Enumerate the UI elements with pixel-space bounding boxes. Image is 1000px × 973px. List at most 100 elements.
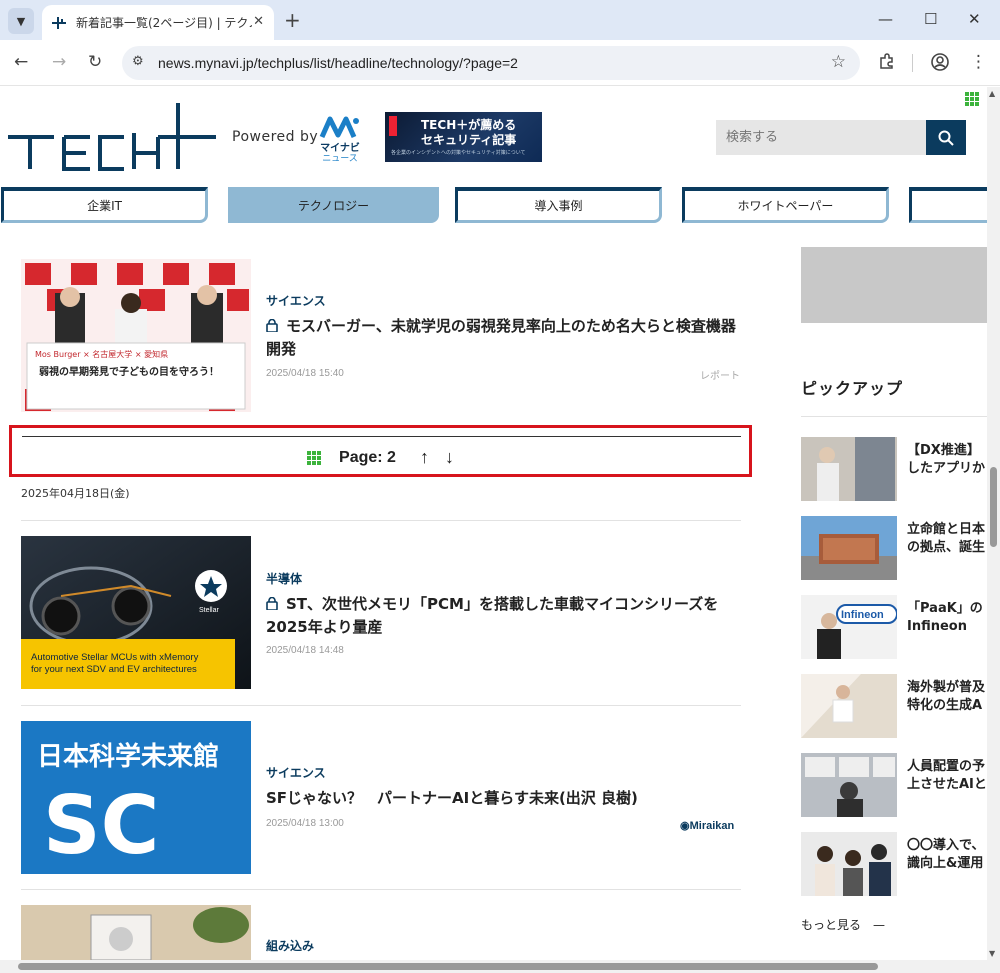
pickup-thumbnail[interactable]: [801, 753, 897, 817]
globe-icon: ◉: [680, 820, 690, 832]
pickup-thumbnail[interactable]: [801, 832, 897, 896]
window-close-icon[interactable]: ✕: [968, 10, 981, 28]
article-category[interactable]: サイエンス: [266, 764, 326, 781]
pickup-line1: 立命館と日本: [907, 522, 986, 537]
pickup-thumbnail[interactable]: [801, 437, 897, 501]
nav-item-technology[interactable]: テクノロジー: [228, 187, 439, 223]
browser-tabbar: ▼ 新着記事一覧(2ページ目) | テクノロ ✕ + — ☐ ✕: [0, 0, 1000, 40]
banner-line3: 各企業のインシデントへの対策やセキュリティ対策について: [391, 150, 526, 156]
thumbnail-caption-line1: Automotive Stellar MCUs with xMemory: [31, 652, 199, 663]
lock-icon: [266, 594, 278, 611]
article-divider: [21, 520, 741, 521]
miraikan-logo: ◉Miraikan: [680, 819, 734, 832]
article-thumbnail[interactable]: 日本科学未来館 SC: [21, 721, 251, 874]
chevron-down-icon: ▼: [16, 14, 26, 28]
miraikan-text: Miraikan: [689, 820, 735, 832]
pickup-thumbnail[interactable]: [801, 516, 897, 580]
pickup-line2: の拠点、誕生: [907, 540, 986, 555]
site-settings-icon[interactable]: ⚙: [132, 54, 144, 69]
banner-tag: [389, 116, 397, 136]
nav-item-white-papers[interactable]: ホワイトペーパー: [682, 187, 889, 223]
more-link[interactable]: もっと見る —: [801, 916, 885, 933]
page-viewport: Powered by マイナビ ニュース TECH＋が薦める セキュリティ記事 …: [0, 87, 987, 960]
article-title-text: モスバーガー、未就学児の弱視発見率向上のため名大らと検査機器開発: [266, 317, 736, 358]
pickup-divider: [801, 416, 987, 417]
article-title[interactable]: SFじゃない？ パートナーAIと暮らす未来(出沢 良樹): [266, 787, 742, 810]
page-indicator: Page: 2 ↑ ↓: [9, 425, 752, 477]
pickup-line2: 上させたAIと: [907, 777, 987, 792]
address-bar[interactable]: ⚙ news.mynavi.jp/techplus/list/headline/…: [122, 46, 860, 80]
article-divider: [21, 705, 741, 706]
horizontal-scrollbar[interactable]: [0, 960, 1000, 973]
address-url[interactable]: news.mynavi.jp/techplus/list/headline/te…: [158, 55, 518, 71]
grid-menu-icon[interactable]: [965, 92, 979, 106]
extensions-icon[interactable]: [878, 52, 896, 75]
profile-icon[interactable]: [930, 52, 950, 77]
forward-arrow-icon[interactable]: →: [52, 52, 66, 72]
browser-tab-active[interactable]: 新着記事一覧(2ページ目) | テクノロ ✕: [42, 5, 274, 40]
minimize-icon[interactable]: —: [878, 10, 893, 28]
pickup-heading: ピックアップ: [801, 379, 904, 398]
pickup-item-text[interactable]: 立命館と日本 の拠点、誕生: [907, 521, 987, 557]
scroll-up-arrow-icon[interactable]: ▲: [989, 89, 995, 98]
pickup-item-text[interactable]: 人員配置の予 上させたAIと: [907, 758, 987, 794]
powered-by-label: Powered by: [232, 129, 319, 145]
close-icon[interactable]: ✕: [253, 14, 264, 29]
security-banner-ad[interactable]: TECH＋が薦める セキュリティ記事 各企業のインシデントへの対策やセキュリティ…: [385, 112, 542, 162]
bookmark-star-icon[interactable]: ☆: [831, 52, 846, 72]
mynavi-news-logo[interactable]: マイナビ ニュース: [318, 115, 362, 164]
arrow-up-icon[interactable]: ↑: [420, 447, 429, 468]
browser-menu-icon[interactable]: ⋮: [970, 52, 987, 72]
article-category[interactable]: 組み込み: [266, 937, 314, 954]
tab-search-button[interactable]: ▼: [8, 8, 34, 34]
nav-item-enterprise-it[interactable]: 企業IT: [1, 187, 208, 223]
article-date: 2025/04/18 14:48: [266, 645, 344, 656]
svg-text:Mos Burger × 名古屋大学 × 愛知県: Mos Burger × 名古屋大学 × 愛知県: [35, 349, 168, 359]
vertical-scrollbar[interactable]: ▲ ▼: [987, 87, 1000, 960]
pickup-item-text[interactable]: 〇〇導入で、 識向上&運用: [907, 837, 987, 873]
article-category[interactable]: 半導体: [266, 570, 302, 587]
report-badge: レポート: [700, 371, 740, 382]
pickup-line1: 〇〇導入で、: [907, 838, 985, 853]
vertical-scroll-thumb[interactable]: [990, 467, 997, 547]
thumbnail-caption: 弱視の早期発見で子どもの目を守ろう！: [39, 365, 219, 378]
article-title[interactable]: ST、次世代メモリ「PCM」を搭載した車載マイコンシリーズを2025年より量産: [266, 593, 742, 639]
article-title-text: ST、次世代メモリ「PCM」を搭載した車載マイコンシリーズを2025年より量産: [266, 595, 719, 636]
horizontal-scroll-thumb[interactable]: [18, 963, 878, 970]
mynavi-mark-icon: [319, 116, 359, 139]
arrow-down-icon[interactable]: ↓: [445, 447, 454, 468]
thumbnail-text-line2: SC: [43, 779, 159, 872]
back-arrow-icon[interactable]: ←: [14, 52, 28, 72]
search-button[interactable]: [926, 120, 966, 155]
pickup-item-text[interactable]: 海外製が普及 特化の生成A: [907, 679, 987, 715]
search-input[interactable]: [716, 120, 926, 155]
toolbar-divider: [912, 54, 913, 72]
pickup-item-text[interactable]: 【DX推進】 したアプリか: [907, 442, 987, 478]
article-thumbnail[interactable]: Mos Burger × 名古屋大学 × 愛知県 弱視の早期発見で子どもの目を守…: [21, 259, 251, 412]
new-tab-button[interactable]: +: [284, 10, 301, 30]
banner-line2: セキュリティ記事: [421, 133, 517, 147]
pickup-thumbnail[interactable]: [801, 674, 897, 738]
tab-title: 新着記事一覧(2ページ目) | テクノロ: [76, 16, 252, 30]
pickup-item-text[interactable]: 「PaaK」の Infineon: [907, 600, 987, 636]
lock-icon: [266, 316, 278, 333]
page-number-label: Page: 2: [339, 448, 396, 466]
reload-icon[interactable]: ↻: [88, 52, 102, 72]
pickup-line1: 人員配置の予: [907, 759, 986, 774]
maximize-icon[interactable]: ☐: [924, 10, 937, 28]
nav-item-case-studies[interactable]: 導入事例: [455, 187, 662, 223]
browser-toolbar: ← → ↻ ⚙ news.mynavi.jp/techplus/list/hea…: [0, 40, 1000, 86]
article-thumbnail[interactable]: [21, 905, 251, 960]
nav-item-more[interactable]: [909, 187, 987, 223]
article-thumbnail[interactable]: Stellar Automotive Stellar MCUs with xMe…: [21, 536, 251, 689]
sidebar-ad[interactable]: [801, 247, 987, 323]
pickup-thumbnail[interactable]: Infineon: [801, 595, 897, 659]
tech-plus-logo[interactable]: [8, 103, 218, 177]
scroll-down-arrow-icon[interactable]: ▼: [989, 949, 995, 958]
grid-icon[interactable]: [307, 450, 322, 465]
infineon-logo-text: Infineon: [841, 609, 884, 621]
pickup-line2: 識向上&運用: [907, 856, 984, 871]
article-category[interactable]: サイエンス: [266, 292, 326, 309]
article-title[interactable]: モスバーガー、未就学児の弱視発見率向上のため名大らと検査機器開発: [266, 315, 742, 361]
pickup-line1: 【DX推進】: [907, 443, 980, 458]
